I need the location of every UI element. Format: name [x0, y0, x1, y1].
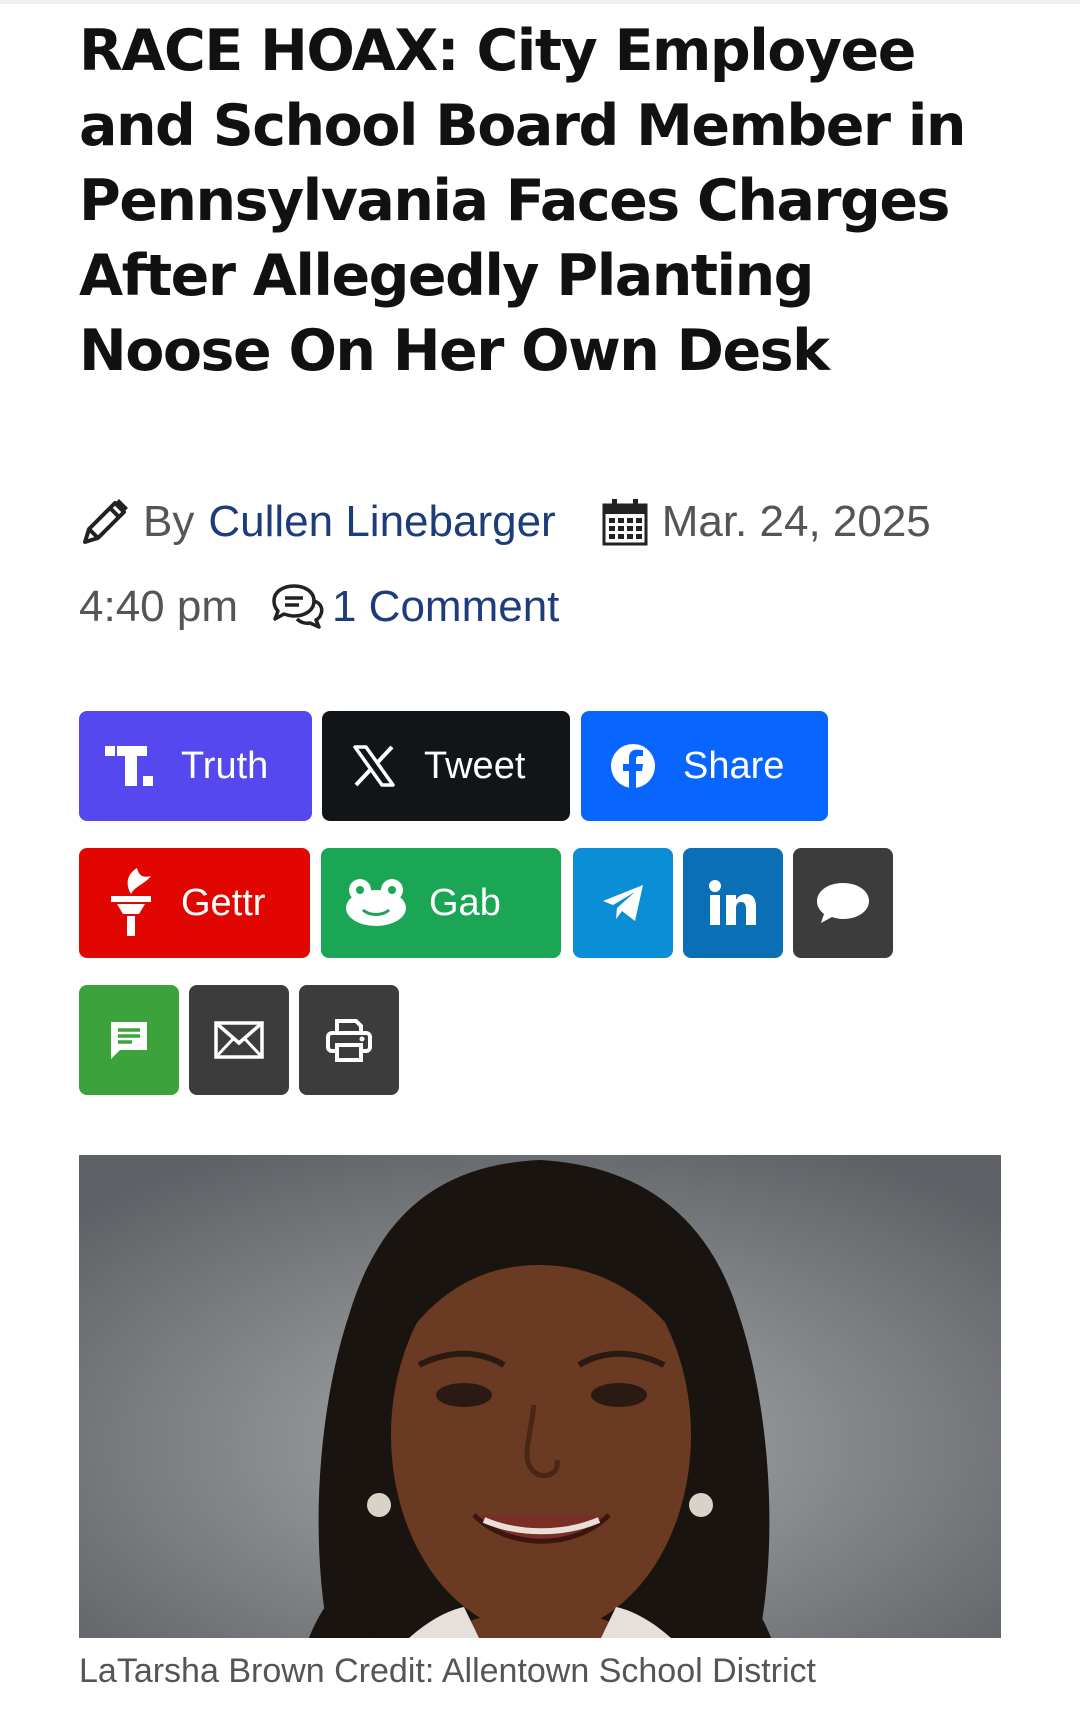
- telegram-icon: [593, 873, 653, 933]
- byline-row: By Cullen Linebarger Mar. 24, 2025: [79, 492, 1039, 552]
- share-sms-button[interactable]: [79, 985, 179, 1095]
- featured-photo: [79, 1155, 1001, 1638]
- share-truth-label: Truth: [181, 744, 269, 787]
- share-facebook-button[interactable]: Share: [581, 711, 828, 821]
- by-label: By: [143, 497, 195, 546]
- time-comments-row: 4:40 pm 1 Comment: [79, 577, 1039, 637]
- calendar-icon: [602, 498, 648, 546]
- comments-icon: [270, 583, 326, 631]
- comments-link[interactable]: 1 Comment: [332, 582, 559, 632]
- share-gab-label: Gab: [429, 881, 501, 924]
- portrait-illustration: [79, 1155, 1001, 1638]
- share-telegram-button[interactable]: [573, 848, 673, 958]
- share-facebook-label: Share: [683, 744, 785, 787]
- share-gab-button[interactable]: Gab: [321, 848, 561, 958]
- speech-bubble-icon: [813, 873, 873, 933]
- top-divider: [0, 0, 1080, 4]
- printer-icon: [319, 1010, 379, 1070]
- share-tweet-label: Tweet: [424, 744, 526, 787]
- share-truth-button[interactable]: Truth: [79, 711, 312, 821]
- post-date: Mar. 24, 2025: [661, 497, 931, 546]
- photo-caption: LaTarsha Brown Credit: Allentown School …: [79, 1652, 816, 1690]
- share-tweet-button[interactable]: Tweet: [322, 711, 570, 821]
- article-title: RACE HOAX: City Employee and School Boar…: [79, 18, 966, 384]
- truth-social-icon: [101, 736, 161, 796]
- envelope-icon: [209, 1010, 269, 1070]
- gettr-torch-icon: [101, 868, 161, 936]
- author-link[interactable]: Cullen Linebarger: [208, 497, 555, 547]
- pencil-icon: [79, 496, 131, 548]
- share-email-button[interactable]: [189, 985, 289, 1095]
- share-comment-button[interactable]: [793, 848, 893, 958]
- gab-frog-icon: [343, 873, 409, 933]
- sms-message-icon: [99, 1010, 159, 1070]
- x-icon: [344, 736, 404, 796]
- post-time: 4:40 pm: [79, 582, 238, 631]
- facebook-icon: [603, 736, 663, 796]
- linkedin-icon: [703, 873, 763, 933]
- print-button[interactable]: [299, 985, 399, 1095]
- share-gettr-label: Gettr: [181, 881, 266, 924]
- share-linkedin-button[interactable]: [683, 848, 783, 958]
- share-gettr-button[interactable]: Gettr: [79, 848, 310, 958]
